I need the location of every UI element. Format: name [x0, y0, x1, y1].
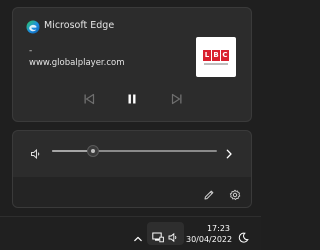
- lbc-logo: L B C: [203, 49, 229, 65]
- media-control-card: Microsoft Edge - www.globalplayer.com L …: [12, 7, 252, 122]
- volume-slider-thumb[interactable]: [87, 145, 100, 157]
- pause-icon: [128, 94, 136, 104]
- quick-settings-footer: [13, 177, 251, 207]
- quick-settings-tray-button[interactable]: [147, 222, 184, 245]
- volume-slider[interactable]: [52, 145, 217, 157]
- taskbar-clock[interactable]: 17:23 30/04/2022: [186, 223, 233, 245]
- pause-button[interactable]: [125, 92, 139, 106]
- app-name: Microsoft Edge: [44, 20, 115, 31]
- track-title: -: [29, 46, 33, 56]
- album-artwork: L B C: [196, 37, 236, 77]
- volume-icon: [168, 228, 179, 243]
- clock-date: 30/04/2022: [186, 235, 233, 244]
- quick-settings-panel: [12, 130, 252, 208]
- network-icon: [152, 228, 164, 243]
- logo-letter: B: [212, 49, 220, 61]
- track-source: www.globalplayer.com: [29, 58, 125, 68]
- chevron-up-icon[interactable]: [133, 229, 143, 242]
- speaker-icon[interactable]: [30, 145, 42, 160]
- previous-icon: [84, 93, 95, 105]
- previous-track-button[interactable]: [82, 92, 96, 106]
- chevron-right-icon[interactable]: [223, 145, 235, 159]
- gear-icon[interactable]: [229, 186, 241, 201]
- logo-letter: C: [221, 49, 229, 61]
- clock-time: 17:23: [206, 224, 230, 233]
- notification-moon-icon[interactable]: [238, 228, 249, 243]
- logo-tagline: [204, 62, 228, 65]
- pencil-icon[interactable]: [203, 186, 215, 200]
- taskbar: 17:23 30/04/2022: [0, 216, 261, 250]
- next-track-button[interactable]: [170, 92, 184, 106]
- logo-letter: L: [203, 49, 211, 61]
- next-icon: [171, 93, 182, 105]
- edge-icon: [26, 19, 40, 34]
